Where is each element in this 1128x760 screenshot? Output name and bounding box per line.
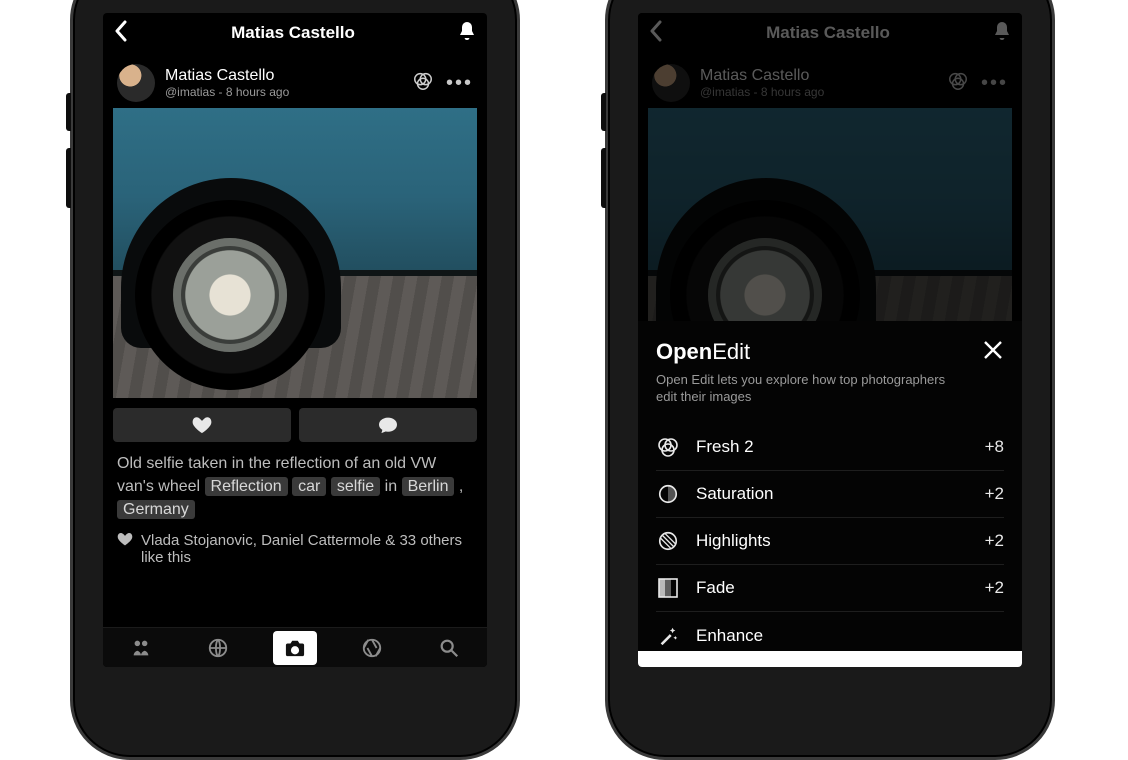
comment-button[interactable] (299, 408, 477, 442)
highlights-icon (656, 529, 680, 553)
saturation-icon (656, 482, 680, 506)
edit-row-highlights[interactable]: Highlights +2 (656, 518, 1004, 565)
edit-row-fresh2[interactable]: Fresh 2 +8 (656, 424, 1004, 471)
tag[interactable]: Reflection (205, 477, 288, 496)
close-icon[interactable] (982, 339, 1004, 366)
author-meta: @imatias - 8 hours ago (165, 85, 412, 99)
tag[interactable]: Germany (117, 500, 195, 519)
tab-camera[interactable] (273, 631, 317, 665)
heart-filled-icon (117, 532, 133, 566)
tag[interactable]: Berlin (402, 477, 455, 496)
screen-left: Matias Castello Matias Castello @imatias… (103, 13, 487, 667)
notifications-bell-icon[interactable] (457, 20, 477, 47)
bottom-strip (638, 651, 1022, 667)
back-chevron-icon[interactable] (113, 20, 129, 47)
avatar[interactable] (117, 64, 155, 102)
tab-profile[interactable] (119, 631, 163, 665)
open-edit-icon (947, 70, 969, 97)
post-caption: Old selfie taken in the reflection of an… (113, 442, 477, 526)
fade-icon (656, 576, 680, 600)
edit-row-saturation[interactable]: Saturation +2 (656, 471, 1004, 518)
edit-value: +2 (985, 531, 1004, 551)
tab-search[interactable] (427, 631, 471, 665)
open-edit-sheet: OpenEdit Open Edit lets you explore how … (638, 321, 1022, 667)
edit-list: Fresh 2 +8 Saturation +2 Highlights +2 (656, 424, 1004, 659)
phone-mockup-right: Matias Castello Matias Castello @imatias… (605, 0, 1055, 760)
tab-bar (103, 627, 487, 667)
tab-aperture[interactable] (350, 631, 394, 665)
tab-globe[interactable] (196, 631, 240, 665)
author-name[interactable]: Matias Castello (165, 67, 412, 85)
open-edit-icon[interactable] (412, 70, 434, 97)
screen-right: Matias Castello Matias Castello @imatias… (638, 13, 1022, 667)
like-button[interactable] (113, 408, 291, 442)
edit-value: +2 (985, 484, 1004, 504)
sheet-title: OpenEdit (656, 339, 956, 365)
more-dots-icon[interactable]: ••• (446, 73, 473, 93)
filter-icon (656, 435, 680, 459)
edit-value: +2 (985, 578, 1004, 598)
post-header: Matias Castello @imatias - 8 hours ago •… (113, 58, 477, 108)
navbar-title: Matias Castello (231, 23, 355, 43)
post-card: Matias Castello @imatias - 8 hours ago •… (103, 53, 487, 566)
edit-value: +8 (985, 437, 1004, 457)
tag[interactable]: car (292, 477, 326, 496)
likes-summary[interactable]: Vlada Stojanovic, Daniel Cattermole & 33… (113, 526, 477, 566)
tag[interactable]: selfie (331, 477, 380, 496)
back-chevron-icon (648, 20, 664, 47)
post-photo[interactable] (113, 108, 477, 398)
navbar: Matias Castello (103, 13, 487, 53)
magic-wand-icon (656, 624, 680, 648)
phone-mockup-left: Matias Castello Matias Castello @imatias… (70, 0, 520, 760)
notifications-bell-icon (992, 20, 1012, 47)
sheet-subtitle: Open Edit lets you explore how top photo… (656, 371, 956, 406)
more-dots-icon: ••• (981, 73, 1008, 93)
edit-row-fade[interactable]: Fade +2 (656, 565, 1004, 612)
